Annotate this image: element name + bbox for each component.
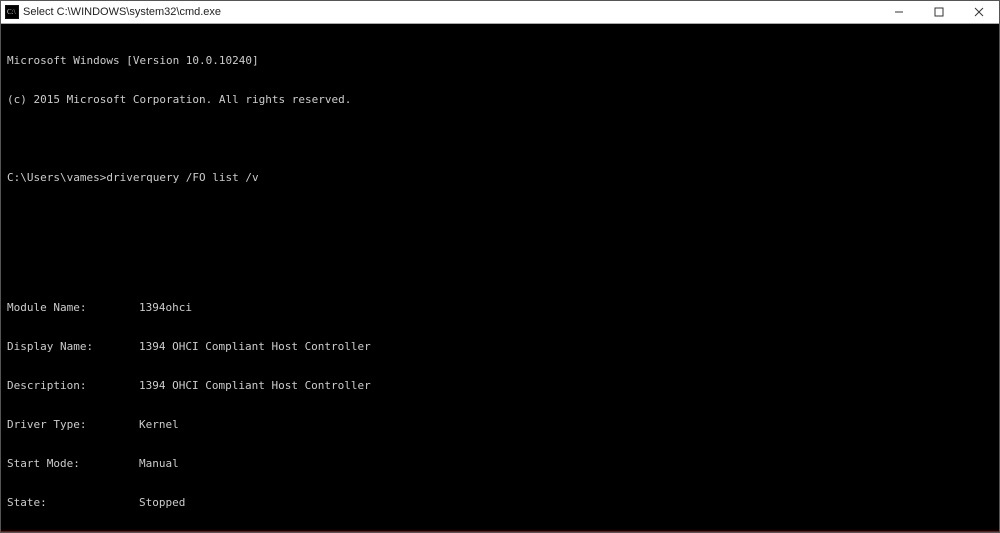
- titlebar-left: C:\ Select C:\WINDOWS\system32\cmd.exe: [5, 5, 221, 19]
- value-state: Stopped: [139, 496, 185, 509]
- driver-block: Module Name:1394ohci Display Name:1394 O…: [7, 275, 993, 532]
- label-start-mode: Start Mode:: [7, 457, 139, 470]
- value-description: 1394 OHCI Compliant Host Controller: [139, 379, 371, 392]
- svg-text:C:\: C:\: [7, 8, 16, 16]
- cmd-window: C:\ Select C:\WINDOWS\system32\cmd.exe M…: [0, 0, 1000, 533]
- label-module-name: Module Name:: [7, 301, 139, 314]
- maximize-button[interactable]: [919, 1, 959, 23]
- banner-line-2: (c) 2015 Microsoft Corporation. All righ…: [7, 93, 993, 106]
- blank: [7, 132, 993, 145]
- command-prompt: C:\Users\vames>driverquery /FO list /v: [7, 171, 993, 184]
- blank: [7, 210, 993, 223]
- value-display-name: 1394 OHCI Compliant Host Controller: [139, 340, 371, 353]
- value-driver-type: Kernel: [139, 418, 179, 431]
- cmd-icon: C:\: [5, 5, 19, 19]
- close-button[interactable]: [959, 1, 999, 23]
- label-display-name: Display Name:: [7, 340, 139, 353]
- window-controls: [879, 1, 999, 23]
- value-module-name: 1394ohci: [139, 301, 192, 314]
- label-description: Description:: [7, 379, 139, 392]
- minimize-button[interactable]: [879, 1, 919, 23]
- window-title: Select C:\WINDOWS\system32\cmd.exe: [23, 6, 221, 18]
- value-start-mode: Manual: [139, 457, 179, 470]
- terminal-output[interactable]: Microsoft Windows [Version 10.0.10240] (…: [1, 24, 999, 532]
- titlebar[interactable]: C:\ Select C:\WINDOWS\system32\cmd.exe: [1, 1, 999, 24]
- label-state: State:: [7, 496, 139, 509]
- label-driver-type: Driver Type:: [7, 418, 139, 431]
- banner-line-1: Microsoft Windows [Version 10.0.10240]: [7, 54, 993, 67]
